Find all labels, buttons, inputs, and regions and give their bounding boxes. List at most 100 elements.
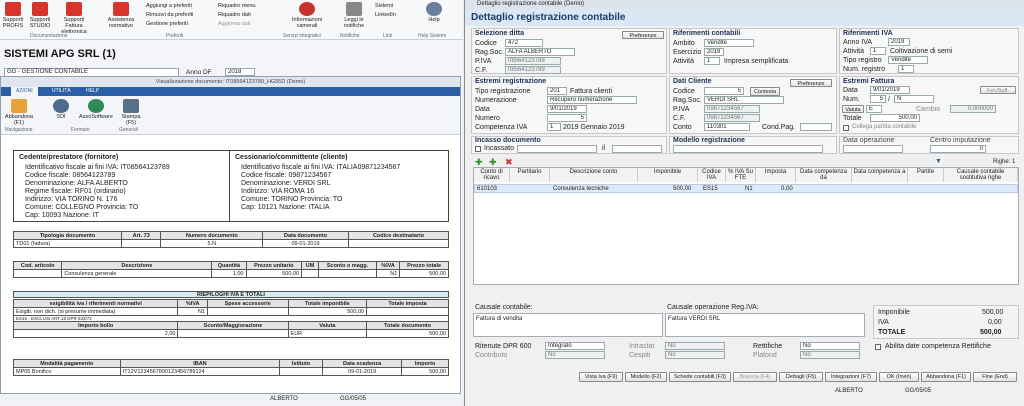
label: Esercizio — [673, 49, 702, 56]
assistenza-button[interactable]: Assistenza normativo — [106, 2, 136, 29]
tipo-reg-field[interactable]: 201 — [547, 87, 567, 95]
td: EUR — [287, 329, 368, 338]
riquadro-menu-button[interactable]: Riquadro menu — [218, 3, 256, 9]
anno-df-field[interactable]: 2018 — [225, 68, 255, 76]
label: Numero — [475, 115, 500, 122]
th: Totale imposta — [366, 299, 449, 308]
stampa-button[interactable]: Stampa (F5) — [119, 99, 143, 126]
aggiorna-dati-button[interactable]: Aggiorna dati — [218, 21, 250, 27]
anno-iva-field[interactable]: 2019 — [888, 38, 910, 46]
dettagli-button[interactable]: Dettagli (F5) — [779, 372, 823, 382]
num-registro-field[interactable]: 1 — [898, 65, 914, 73]
assosoftware-button[interactable]: AssoSoftware — [79, 99, 113, 120]
notifiche-button[interactable]: Leggi le notifiche — [340, 2, 368, 29]
numero-field[interactable]: 5 — [547, 114, 587, 122]
abbandona-button[interactable]: Abbandona (F1) — [4, 99, 34, 126]
table-row[interactable]: 610103 Consulenza tecniche 500,00 ES15 N… — [474, 184, 1018, 193]
cell-imponibile[interactable]: 500,00 — [673, 185, 691, 193]
valuta-button[interactable]: Valuta — [842, 105, 864, 113]
num-fattura-field[interactable]: 5 — [870, 95, 886, 103]
data-fattura-field[interactable]: 9/01/2019 — [870, 86, 910, 94]
tipo-registro-field[interactable]: Vendite — [888, 56, 928, 64]
cell-imposta[interactable]: 0,00 — [781, 185, 793, 193]
suffisso-field[interactable]: N — [894, 95, 934, 103]
col-header: Causale contabile sostitutiva righe — [944, 168, 1018, 182]
supporti-fattura-button[interactable]: Supporti Fattura elettronica — [56, 2, 92, 35]
supporti-profis-button[interactable]: Supporti PROFIS — [3, 2, 23, 29]
fine-button[interactable]: Fine (End) — [973, 372, 1017, 382]
comp-mese-field[interactable]: 1 — [547, 123, 561, 131]
preferenze-cliente-button[interactable]: Preferenze — [790, 79, 832, 87]
vista-iva-button[interactable]: Vista Iva (F9) — [579, 372, 623, 382]
incassato-checkbox[interactable] — [475, 146, 481, 152]
link-sistemi[interactable]: Sistemi — [375, 3, 393, 9]
modello-field[interactable] — [673, 145, 823, 153]
tab-utilita[interactable]: UTILITÀ — [47, 87, 76, 96]
th: Sconto o magg. — [318, 261, 377, 270]
label: Data — [843, 87, 858, 94]
th: Istituto — [279, 359, 323, 368]
abbandona-dialog-button[interactable]: Abbandona (F1) — [921, 372, 971, 382]
attivita-field[interactable]: 1 — [704, 57, 720, 65]
data-reg-field[interactable]: 9/01/2019 — [547, 105, 587, 113]
conto-field[interactable]: 110301 — [704, 123, 750, 131]
ambito-field[interactable]: Vendite — [704, 39, 754, 47]
totale-fattura-field[interactable]: 500,00 — [870, 114, 920, 122]
ragsoc-field[interactable]: ALFA ALBERTO — [505, 48, 575, 56]
supporti-studio-button[interactable]: Supporti STUDIO — [29, 2, 51, 29]
schede-contabili-button[interactable]: Schede contabili (F3) — [669, 372, 731, 382]
help-button[interactable]: Help — [424, 2, 444, 23]
payment-table: Modalità pagamento IBAN Istituto Data scade… — [13, 359, 449, 376]
cess-line: Comune: TORINO Provincia: TO — [241, 196, 343, 203]
remove-favorite-button[interactable]: Rimuovi da preferiti — [146, 12, 193, 18]
tab-azioni[interactable]: AZIONI — [11, 87, 38, 96]
filter-icon[interactable]: ▼ — [935, 158, 942, 165]
fel-suff-button[interactable]: Fel./Suff. — [980, 86, 1016, 94]
modello-button[interactable]: Modello (F2) — [625, 372, 667, 382]
riquadro-dati-button[interactable]: Riquadro dati — [218, 12, 251, 18]
cell-conto[interactable]: 610103 — [477, 185, 497, 193]
attivita-iva-field[interactable]: 1 — [870, 47, 886, 55]
dataop-field[interactable] — [843, 145, 903, 153]
ok-button[interactable]: OK (Invio) — [879, 372, 919, 382]
preferenze-button[interactable]: Preferenze — [622, 31, 664, 39]
th: Cod. articolo — [12, 261, 63, 270]
bilancia-button[interactable]: Bilancia (F4) — [733, 372, 777, 382]
causale-iva-memo[interactable]: Fattura VERDI SRL — [665, 313, 865, 337]
incasso-data-field[interactable] — [612, 145, 662, 153]
link-linkedin[interactable]: LinkedIn — [375, 12, 396, 18]
codice-ditta-field[interactable]: 472 — [505, 39, 543, 47]
condpag-field[interactable] — [800, 123, 832, 131]
cell-codice-iva[interactable]: ES15 — [703, 185, 718, 193]
abilita-checkbox[interactable] — [875, 344, 881, 350]
tab-help[interactable]: HELP — [81, 87, 104, 96]
sdi-button[interactable]: SDI — [51, 99, 71, 120]
causale-memo[interactable]: Fattura di vendita — [473, 313, 663, 337]
ragsoc-cliente-field[interactable]: VERDI SRL — [704, 96, 784, 104]
integrazioni-button[interactable]: Integrazioni (F7) — [825, 372, 877, 382]
selezione-ditta-panel: Selezione ditta Preferenze Codice 472 Ra… — [471, 28, 667, 74]
th: Prezzo unitario — [245, 261, 303, 270]
cedente-title: Cedente/prestatore (fornitore) — [19, 154, 119, 161]
ritenute-select[interactable]: Integrato — [545, 342, 605, 350]
anno-df-label: Anno DF — [186, 69, 212, 76]
valuta-field[interactable]: E — [866, 105, 882, 113]
codice-cliente-field[interactable]: 5 — [704, 87, 744, 95]
contributo-select: No — [545, 351, 605, 359]
centro-field[interactable]: 0 — [930, 145, 986, 153]
manage-favorites-button[interactable]: Gestione preferiti — [146, 21, 188, 27]
rettifiche-select[interactable]: No — [800, 342, 860, 350]
label: Abilita date competenza Rettifiche — [885, 343, 991, 350]
incasso-field[interactable] — [517, 145, 597, 153]
collega-checkbox[interactable] — [843, 125, 849, 131]
add-favorite-button[interactable]: Aggiungi a preferiti — [146, 3, 192, 9]
studio-icon — [32, 2, 48, 16]
numerazione-field[interactable]: Recupero numerazione — [547, 96, 637, 104]
info-camerali-button[interactable]: Informazioni camerali — [287, 2, 327, 29]
label: Num. — [843, 96, 860, 103]
doc-table: Tipologia documento Art. 73 Numero documen… — [13, 231, 450, 248]
th: IBAN — [119, 359, 281, 368]
contesta-button[interactable]: Contesta — [750, 87, 780, 96]
esercizio-field[interactable]: 2019 — [704, 48, 724, 56]
lines-table: Cod. articolo Descrizione Quantità Prezzo u… — [12, 261, 449, 278]
